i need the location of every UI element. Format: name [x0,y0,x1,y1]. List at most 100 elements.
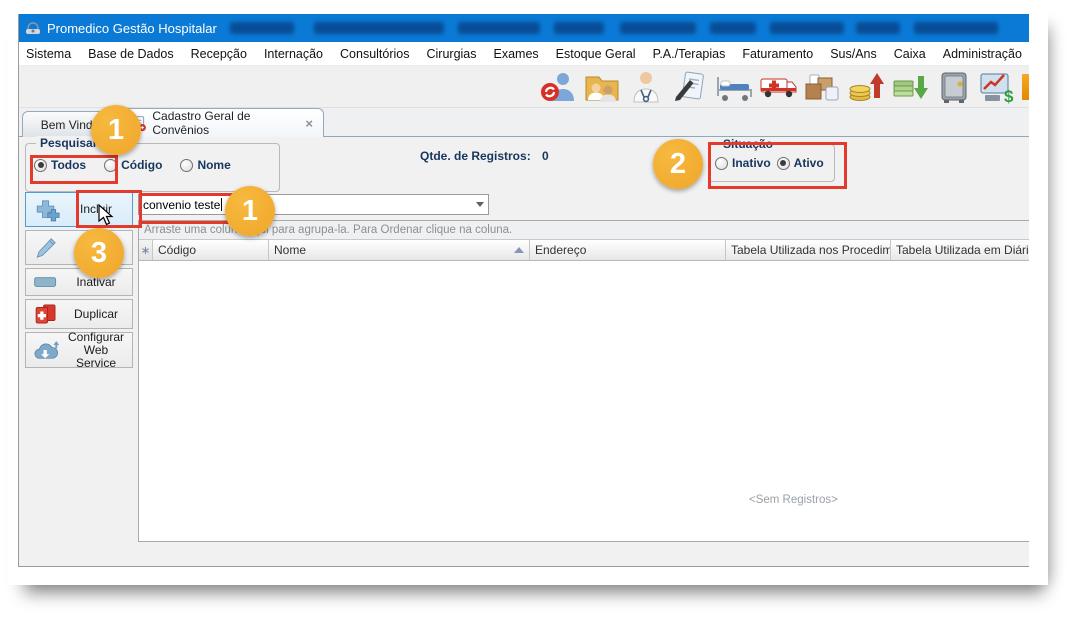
column-header-endereco[interactable]: Endereço [530,240,726,261]
redacted-text [554,22,604,34]
menu-bar: Sistema Base de Dados Recepção Internaçã… [19,42,1029,66]
finance-chart-icon[interactable]: $ [976,68,1020,106]
menu-sistema[interactable]: Sistema [26,47,71,61]
radio-codigo-circle[interactable] [104,159,117,172]
menu-internacao[interactable]: Internação [264,47,323,61]
inativar-button[interactable]: Inativar [25,268,133,296]
tab-label: Bem Vindo [41,118,99,132]
radio-codigo-label: Código [121,158,162,172]
radio-ativo-circle[interactable] [777,157,790,170]
search-combobox[interactable]: convenio teste [138,194,489,215]
inventory-icon[interactable] [800,68,844,106]
records-count: Qtde. de Registros: 0 [420,149,549,163]
menu-caixa[interactable]: Caixa [894,47,926,61]
incluir-button[interactable]: Incluir [25,192,133,227]
users-sync-icon[interactable] [536,68,580,106]
ws-line2: Web Service [76,343,116,370]
radio-nome-label: Nome [197,158,230,172]
column-header-tabela-diarias[interactable]: Tabela Utilizada em Diárias e [891,240,1029,261]
doctor-icon[interactable] [624,68,668,106]
configurar-web-service-button[interactable]: Configurar Web Service [25,332,133,368]
search-input[interactable]: convenio teste [139,198,471,212]
tab-label: Cadastro Geral de Convênios [152,109,295,137]
indicator-asterisk-icon [141,246,150,255]
ws-line1: Configurar [68,330,124,344]
duplicar-label: Duplicar [66,308,132,321]
menu-exames[interactable]: Exames [494,47,539,61]
close-tab-icon[interactable]: × [305,116,313,131]
radio-inativo-circle[interactable] [715,157,728,170]
incluir-label: Incluir [66,203,132,216]
radio-nome-circle[interactable] [180,159,193,172]
menu-estoque-geral[interactable]: Estoque Geral [556,47,636,61]
column-header-codigo[interactable]: Código [153,240,269,261]
grid-body[interactable]: <Sem Registros> [139,261,1029,541]
menu-pa-terapias[interactable]: P.A./Terapias [653,47,726,61]
situacao-group-label: Situação [719,137,777,151]
hospital-bed-icon[interactable] [712,68,756,106]
menu-recepcao[interactable]: Recepção [191,47,247,61]
column-label: Endereço [535,243,586,257]
edit-button[interactable] [25,230,133,265]
radio-inativo-label: Inativo [732,156,771,170]
ambulance-icon[interactable] [756,68,800,106]
column-label: Tabela Utilizada em Diárias e [896,243,1029,257]
column-label: Tabela Utilizada nos Procedimento [731,243,891,257]
configurar-web-service-label: Configurar Web Service [66,331,132,370]
patient-records-icon[interactable] [580,68,624,106]
revenue-up-icon[interactable] [844,68,888,106]
search-group-label: Pesquisar por: [36,136,128,150]
radio-inativo[interactable]: Inativo [715,156,771,170]
records-count-value: 0 [542,149,549,163]
search-groupbox: Pesquisar por: Todos Código Nome [25,143,280,192]
column-label: Código [158,243,196,257]
prescription-icon[interactable] [668,68,712,106]
radio-ativo[interactable]: Ativo [777,156,824,170]
situacao-groupbox: Situação Inativo Ativo [708,144,835,182]
radio-codigo[interactable]: Código [104,158,162,172]
text-caret [221,198,222,211]
menu-administracao[interactable]: Administração [943,47,1022,61]
convenios-grid: Arraste uma coluna aqui para agrupa-la. … [138,220,1029,542]
grid-group-hint: Arraste uma coluna aqui para agrupa-la. … [144,224,512,236]
radio-nome[interactable]: Nome [180,158,230,172]
menu-faturamento[interactable]: Faturamento [742,47,813,61]
tab-bem-vindo[interactable]: Bem Vindo [22,111,118,137]
safe-icon[interactable] [932,68,976,106]
grid-header-row: Código Nome Endereço Tabela Utilizada no… [139,240,1029,261]
redacted-text [856,22,900,34]
column-header-nome[interactable]: Nome [269,240,530,261]
grid-group-panel[interactable]: Arraste uma coluna aqui para agrupa-la. … [139,221,1029,240]
redacted-text [314,22,444,34]
duplicar-button[interactable]: Duplicar [25,299,133,329]
menu-sus-ans[interactable]: Sus/Ans [830,47,877,61]
toolbar: $ [19,66,1029,108]
redacted-text [458,22,540,34]
screenshot-page: Promedico Gestão Hospitalar Sistema Base… [0,0,1072,619]
menu-consultorios[interactable]: Consultórios [340,47,409,61]
sort-ascending-icon [514,247,524,253]
tab-cadastro-convenios[interactable]: Cadastro Geral de Convênios × [120,108,324,137]
redacted-text [620,22,696,34]
tab-bar: Bem Vindo Cadastro Geral de Convênios × [19,108,1029,137]
column-header-tabela-procedimento[interactable]: Tabela Utilizada nos Procedimento [726,240,891,261]
redacted-text [710,22,756,34]
inactivate-icon [32,272,60,292]
combo-dropdown-icon[interactable] [471,195,488,214]
app-window: Promedico Gestão Hospitalar Sistema Base… [18,14,1029,567]
menu-cirurgias[interactable]: Cirurgias [427,47,477,61]
document-badge-icon [131,115,146,132]
title-bar: Promedico Gestão Hospitalar [19,14,1029,42]
add-plus-icon [32,196,60,223]
pencil-icon [32,234,60,261]
duplicate-icon [32,301,60,327]
radio-todos[interactable]: Todos [34,158,86,172]
app-logo-icon [25,20,41,36]
menu-base-de-dados[interactable]: Base de Dados [88,47,173,61]
search-input-value: convenio teste [143,198,220,212]
expense-down-icon[interactable] [888,68,932,106]
radio-todos-circle[interactable] [34,159,47,172]
column-label: Nome [274,243,306,257]
svg-text:$: $ [1004,87,1014,104]
cut-toolbar-icon [1022,74,1029,100]
